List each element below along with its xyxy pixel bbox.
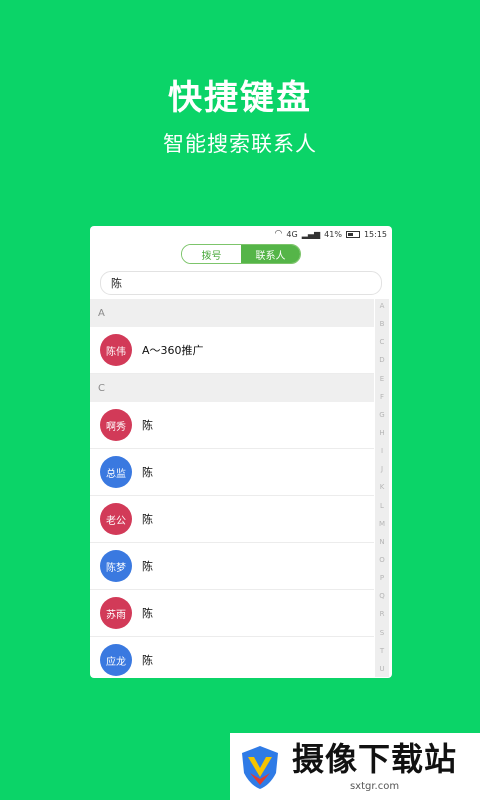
tab-switcher: 拨号 联系人	[181, 244, 301, 264]
index-letter[interactable]: F	[380, 393, 384, 401]
avatar: 啊秀	[100, 409, 132, 441]
index-letter[interactable]: S	[380, 629, 384, 637]
contact-name: 陈	[142, 419, 153, 432]
contact-name: 陈	[142, 607, 153, 620]
index-letter[interactable]: R	[380, 611, 385, 618]
watermark-url: sxtgr.com	[349, 781, 400, 792]
avatar: 陈伟	[100, 334, 132, 366]
signal-icon: ▂▄▆	[301, 229, 321, 239]
index-letter[interactable]: Q	[379, 593, 385, 600]
contact-list: A 陈伟 A～360推广 C 啊秀 陈 总监 陈 老公 陈 陈梦 陈 苏雨 陈 …	[90, 299, 374, 678]
alphabet-index[interactable]: A B C D E F G H I J K L M N O P Q R S T …	[375, 299, 389, 677]
index-letter[interactable]: P	[380, 575, 384, 582]
contact-row[interactable]: 总监 陈	[90, 449, 374, 496]
tab-contacts[interactable]: 联系人	[241, 245, 300, 263]
contact-name: 陈	[142, 560, 153, 573]
tab-dial[interactable]: 拨号	[182, 245, 241, 263]
phone-screen: ◠ 4G ▂▄▆ 41% 15:15 拨号 联系人 陈 A 陈伟 A～360推广…	[90, 226, 392, 678]
avatar: 苏雨	[100, 597, 132, 629]
contact-name: 陈	[142, 466, 153, 479]
watermark-badge: 摄像下载站 sxtgr.com	[230, 733, 480, 800]
avatar: 陈梦	[100, 550, 132, 582]
index-letter[interactable]: B	[380, 321, 385, 328]
index-letter[interactable]: A	[380, 303, 385, 310]
search-input[interactable]: 陈	[100, 271, 382, 295]
shield-logo-icon	[242, 745, 278, 789]
index-letter[interactable]: L	[380, 502, 384, 510]
contact-row[interactable]: 老公 陈	[90, 496, 374, 543]
contact-row[interactable]: 苏雨 陈	[90, 590, 374, 637]
index-letter[interactable]: K	[380, 484, 385, 491]
status-time: 15:15	[363, 229, 387, 239]
contact-row[interactable]: 陈伟 A～360推广	[90, 327, 374, 374]
status-bar: ◠ 4G ▂▄▆ 41% 15:15	[90, 226, 392, 242]
hero-title: 快捷键盘	[168, 78, 312, 118]
index-letter[interactable]: C	[380, 339, 385, 346]
network-label: 4G	[286, 229, 298, 239]
hero-subtitle: 智能搜索联系人	[163, 132, 317, 156]
avatar: 应龙	[100, 644, 132, 676]
contact-name: A～360推广	[142, 344, 204, 357]
avatar: 老公	[100, 503, 132, 535]
index-letter[interactable]: E	[380, 375, 384, 383]
contact-row[interactable]: 应龙 陈	[90, 637, 374, 678]
index-letter[interactable]: U	[379, 665, 384, 673]
index-letter[interactable]: N	[379, 538, 384, 546]
battery-icon	[345, 230, 360, 238]
avatar: 总监	[100, 456, 132, 488]
index-letter[interactable]: T	[380, 647, 384, 655]
battery-percent: 41%	[324, 229, 342, 239]
section-header-c: C	[90, 374, 374, 402]
section-header-a: A	[90, 299, 374, 327]
index-letter[interactable]: H	[379, 429, 384, 437]
watermark-name: 摄像下载站	[292, 740, 458, 778]
contact-name: 陈	[142, 513, 153, 526]
wifi-icon: ◠	[274, 229, 283, 239]
index-letter[interactable]: D	[379, 357, 384, 364]
contact-name: 陈	[142, 654, 153, 667]
index-letter[interactable]: M	[379, 520, 385, 528]
contact-row[interactable]: 啊秀 陈	[90, 402, 374, 449]
contact-row[interactable]: 陈梦 陈	[90, 543, 374, 590]
index-letter[interactable]: O	[379, 556, 385, 564]
index-letter[interactable]: G	[379, 411, 384, 419]
index-letter[interactable]: J	[381, 466, 383, 473]
index-letter[interactable]: I	[381, 448, 383, 455]
